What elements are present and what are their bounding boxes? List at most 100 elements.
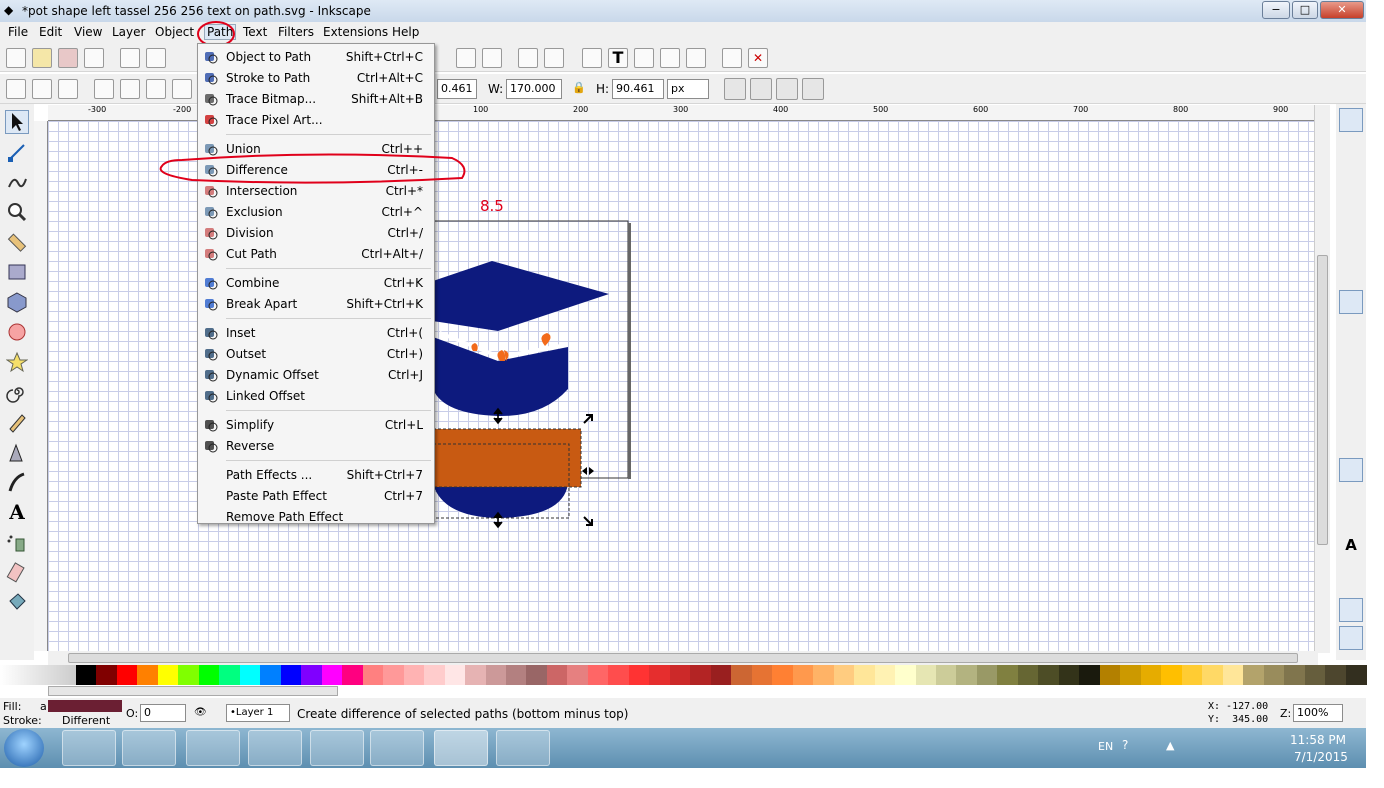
horizontal-scroll-thumb[interactable] (68, 653, 1298, 663)
measure-tool-icon[interactable] (5, 230, 29, 254)
palette-swatch[interactable] (362, 665, 384, 685)
fill-stroke-icon[interactable] (582, 48, 602, 68)
select-all-layers-icon[interactable] (32, 79, 52, 99)
menu-extensions[interactable]: Extensions (323, 25, 388, 39)
palette-swatch[interactable] (1222, 665, 1244, 685)
palette-swatch[interactable] (751, 665, 773, 685)
path-menu-item-inset[interactable]: Inset Ctrl+( (199, 323, 433, 343)
align-distribute-icon[interactable] (686, 48, 706, 68)
palette-swatch[interactable] (403, 665, 425, 685)
import-icon[interactable] (120, 48, 140, 68)
palette-swatch[interactable] (1284, 665, 1306, 685)
selector-tool-icon[interactable] (5, 110, 29, 134)
scale-stroke-icon[interactable] (724, 78, 746, 100)
objects-icon[interactable] (660, 48, 680, 68)
palette-swatch[interactable] (1099, 665, 1121, 685)
palette-swatch[interactable] (1304, 665, 1326, 685)
palette-swatch[interactable] (198, 665, 220, 685)
palette-swatch[interactable] (178, 665, 200, 685)
palette-swatch[interactable] (956, 665, 978, 685)
palette-swatch[interactable] (1263, 665, 1285, 685)
palette-swatch[interactable] (239, 665, 261, 685)
palette-swatch[interactable] (1345, 665, 1367, 685)
palette-swatch[interactable] (116, 665, 138, 685)
palette-swatch[interactable] (567, 665, 589, 685)
snap-bbox-icon[interactable] (1339, 144, 1363, 168)
snap-cusp-nodes-icon[interactable] (1339, 372, 1363, 396)
palette-swatch[interactable] (997, 665, 1019, 685)
spray-tool-icon[interactable] (5, 530, 29, 554)
horizontal-scrollbar[interactable] (48, 651, 1318, 665)
palette-swatch[interactable] (1140, 665, 1162, 685)
menu-file[interactable]: File (8, 25, 28, 39)
3d-box-tool-icon[interactable] (5, 290, 29, 314)
palette-swatch[interactable] (628, 665, 650, 685)
palette-swatch[interactable] (219, 665, 241, 685)
menu-help[interactable]: Help (392, 25, 419, 39)
width-field[interactable]: 170.000 (506, 79, 562, 99)
ungroup-icon[interactable] (482, 48, 502, 68)
palette-swatch[interactable] (792, 665, 814, 685)
snap-others-icon[interactable] (1339, 458, 1363, 482)
path-menu-item-trace-pixel-art[interactable]: Trace Pixel Art... (199, 110, 433, 130)
internet-explorer-taskbar-icon[interactable] (370, 730, 424, 766)
start-button[interactable] (4, 729, 44, 767)
snap-grid-icon[interactable] (1339, 598, 1363, 622)
clock-time[interactable]: 11:58 PM (1290, 733, 1346, 747)
snap-guides-icon[interactable] (1339, 626, 1363, 650)
palette-swatch[interactable] (1058, 665, 1080, 685)
palette-swatch[interactable] (1161, 665, 1183, 685)
path-menu-item-division[interactable]: Division Ctrl+/ (199, 223, 433, 243)
paint-taskbar-icon[interactable] (248, 730, 302, 766)
help-icon[interactable]: ? (1122, 738, 1128, 752)
palette-swatch[interactable] (96, 665, 118, 685)
star-tool-icon[interactable] (5, 350, 29, 374)
palette-swatch[interactable] (506, 665, 527, 685)
palette-swatch[interactable] (301, 665, 323, 685)
zoom-selection-icon[interactable] (518, 48, 538, 68)
palette-swatch[interactable] (137, 665, 159, 685)
path-menu-item-outset[interactable]: Outset Ctrl+) (199, 344, 433, 364)
move-gradients-icon[interactable] (776, 78, 798, 100)
palette-swatch[interactable] (710, 665, 732, 685)
flip-vertical-icon[interactable] (172, 79, 192, 99)
path-menu-item-combine[interactable]: Combine Ctrl+K (199, 273, 433, 293)
palette-swatch[interactable] (1120, 665, 1142, 685)
path-menu-item-remove-path-effect[interactable]: Remove Path Effect (199, 507, 433, 527)
tweak-tool-icon[interactable] (5, 170, 29, 194)
palette-swatch[interactable] (669, 665, 691, 685)
palette-swatch[interactable] (690, 665, 712, 685)
visibility-lock-icon[interactable]: 👁 (194, 707, 207, 718)
snap-page-border-icon[interactable] (1339, 572, 1363, 596)
xml-editor-icon[interactable] (634, 48, 654, 68)
palette-swatch[interactable] (731, 665, 753, 685)
palette-swatch[interactable] (649, 665, 671, 685)
palette-swatch[interactable] (813, 665, 835, 685)
path-menu-item-exclusion[interactable]: Exclusion Ctrl+^ (199, 202, 433, 222)
open-file-icon[interactable] (32, 48, 52, 68)
palette-swatch[interactable] (874, 665, 896, 685)
eraser-tool-icon[interactable] (5, 560, 29, 584)
new-document-icon[interactable] (6, 48, 26, 68)
snap-bbox-midpoint-icon[interactable] (1339, 234, 1363, 258)
scale-corners-icon[interactable] (750, 78, 772, 100)
palette-swatch[interactable] (321, 665, 343, 685)
palette-swatch[interactable] (280, 665, 302, 685)
snap-object-midpoints-icon[interactable] (1339, 488, 1363, 512)
menu-edit[interactable]: Edit (39, 25, 62, 39)
palette-swatch[interactable] (854, 665, 876, 685)
snap-smooth-nodes-icon[interactable] (1339, 400, 1363, 424)
tray-expand-icon[interactable]: ▲ (1166, 739, 1174, 752)
text-tool-icon[interactable]: A (5, 500, 29, 524)
path-menu-item-trace-bitmap[interactable]: Trace Bitmap... Shift+Alt+B (199, 89, 433, 109)
menu-filters[interactable]: Filters (278, 25, 314, 39)
media-player-taskbar-icon[interactable] (122, 730, 176, 766)
language-indicator[interactable]: EN (1098, 740, 1113, 753)
inkscape-taskbar-icon[interactable] (434, 730, 488, 766)
paint-bucket-tool-icon[interactable] (5, 590, 29, 614)
palette-swatch[interactable] (485, 665, 507, 685)
rotate-ccw-icon[interactable] (94, 79, 114, 99)
pencil-tool-icon[interactable] (5, 410, 29, 434)
palette-swatch[interactable] (587, 665, 609, 685)
path-menu-item-path-effects[interactable]: Path Effects ... Shift+Ctrl+7 (199, 465, 433, 485)
